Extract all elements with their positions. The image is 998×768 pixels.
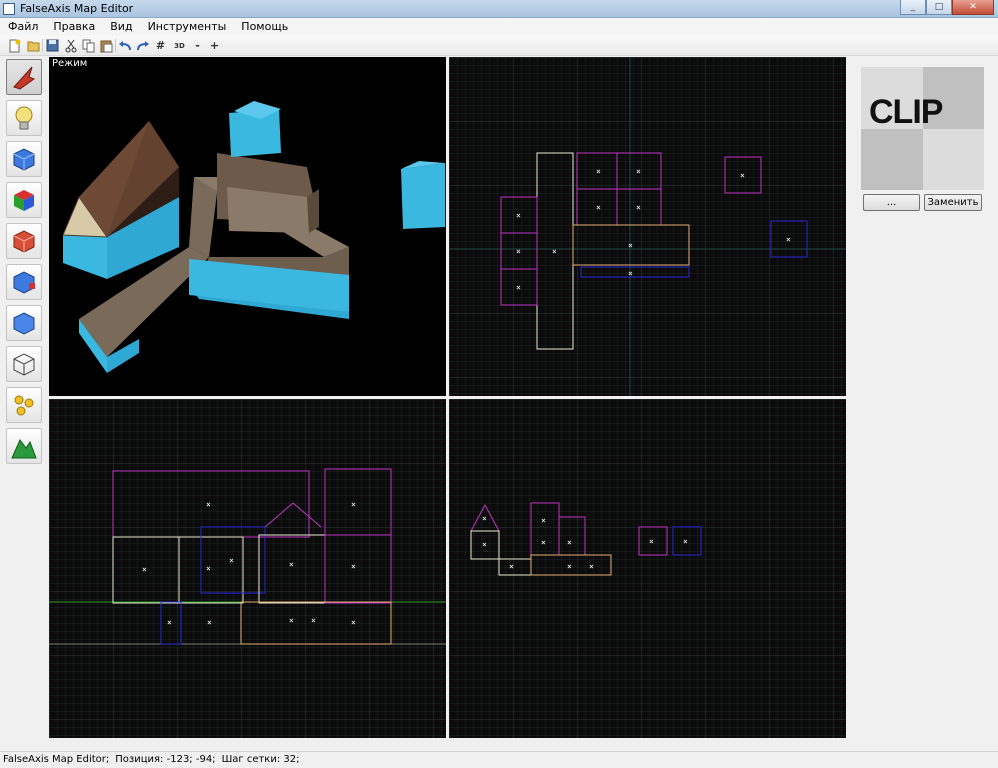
menu-edit[interactable]: Правка [45,18,102,36]
svg-text:×: × [541,516,546,525]
toolbar-separator [42,39,43,52]
pointer-tool[interactable] [6,59,42,95]
grid-smaller-icon[interactable]: - [190,38,205,53]
texture-preview[interactable]: CLIP [861,67,984,190]
svg-text:×: × [207,618,212,627]
status-bar: FalseAxis Map Editor; Позиция: -123; -94… [0,751,998,768]
svg-text:×: × [167,618,172,627]
cage-tool[interactable] [6,346,42,382]
paste-icon[interactable] [99,38,114,53]
svg-text:×: × [649,537,654,546]
status-position: Позиция: -123; -94; [115,754,216,765]
svg-text:×: × [289,616,294,625]
viewport-side[interactable]: × × × × × × × × × × [449,399,846,738]
app-icon [3,3,15,15]
svg-text:×: × [552,247,557,256]
svg-text:×: × [636,167,641,176]
maximize-button[interactable]: □ [926,0,952,15]
minimize-button[interactable]: _ [900,0,926,15]
colored-cube-icon [14,190,34,211]
svg-text:×: × [206,564,211,573]
entity-tool[interactable] [6,100,42,136]
window-controls: _ □ ✕ [900,0,994,15]
status-grid: Шаг сетки: 32; [221,754,300,765]
svg-text:×: × [509,562,514,571]
viewport-top[interactable]: × × × × × × × × × × × × [449,57,846,396]
svg-text:×: × [683,537,688,546]
select-brush-tool[interactable] [6,305,42,341]
toolbar: # 3D - + [0,36,998,56]
svg-text:×: × [142,565,147,574]
brush-tool[interactable] [6,141,42,177]
texture-tool[interactable] [6,182,42,218]
svg-text:×: × [289,560,294,569]
svg-text:×: × [596,203,601,212]
svg-text:×: × [311,616,316,625]
open-folder-icon[interactable] [26,38,41,53]
title-bar: FalseAxis Map Editor _ □ ✕ [0,0,998,18]
svg-text:×: × [516,247,521,256]
cube-icon [13,148,35,171]
grid-larger-icon[interactable]: + [207,38,222,53]
close-button[interactable]: ✕ [952,0,994,15]
grid-3d-icon[interactable]: 3D [171,38,188,53]
copy-icon[interactable] [81,38,96,53]
blue-cube-red-corner-icon [13,271,35,294]
save-icon[interactable] [45,38,60,53]
wire-cube-icon [13,353,35,376]
viewport-3d[interactable]: Режим [49,57,446,396]
menu-file[interactable]: Файл [0,18,45,36]
terrain-tool[interactable] [6,428,42,464]
new-file-icon[interactable] [7,38,22,53]
status-app: FalseAxis Map Editor; [3,754,110,765]
svg-text:×: × [229,556,234,565]
svg-text:×: × [351,500,356,509]
svg-text:×: × [541,538,546,547]
texture-replace-button[interactable]: Заменить [924,194,982,211]
texture-name: CLIP [869,93,943,131]
redo-icon[interactable] [135,38,150,53]
svg-text:×: × [206,500,211,509]
texture-browse-button[interactable]: ... [863,194,920,211]
group-tool[interactable] [6,387,42,423]
svg-text:×: × [516,211,521,220]
svg-text:×: × [596,167,601,176]
svg-text:×: × [351,562,356,571]
svg-text:×: × [628,269,633,278]
viewport-mode-label: Режим [52,58,88,69]
toolbar-separator [115,39,116,52]
svg-text:×: × [567,538,572,547]
svg-text:×: × [740,171,745,180]
menu-tools[interactable]: Инструменты [140,18,234,36]
arrow-icon [13,66,36,90]
undo-icon[interactable] [117,38,132,53]
window-title: FalseAxis Map Editor [20,2,134,15]
menu-help[interactable]: Помощь [233,18,295,36]
blue-cube-icon [13,312,35,335]
svg-text:×: × [567,562,572,571]
svg-text:×: × [589,562,594,571]
svg-text:×: × [786,235,791,244]
clip-tool[interactable] [6,223,42,259]
menu-bar: Файл Правка Вид Инструменты Помощь [0,18,998,36]
terrain-icon [11,439,37,459]
vertex-tool[interactable] [6,264,42,300]
red-cube-icon [13,230,35,253]
lightbulb-icon [15,106,33,130]
svg-text:×: × [482,514,487,523]
svg-text:×: × [351,618,356,627]
svg-text:×: × [628,241,633,250]
svg-text:×: × [516,283,521,292]
cut-icon[interactable] [63,38,78,53]
viewport-front[interactable]: × × × × × × × × × × × × [49,399,446,738]
spheres-icon [14,395,34,416]
menu-view[interactable]: Вид [102,18,139,36]
svg-text:×: × [482,540,487,549]
svg-text:×: × [636,203,641,212]
grid-icon[interactable]: # [153,38,168,53]
